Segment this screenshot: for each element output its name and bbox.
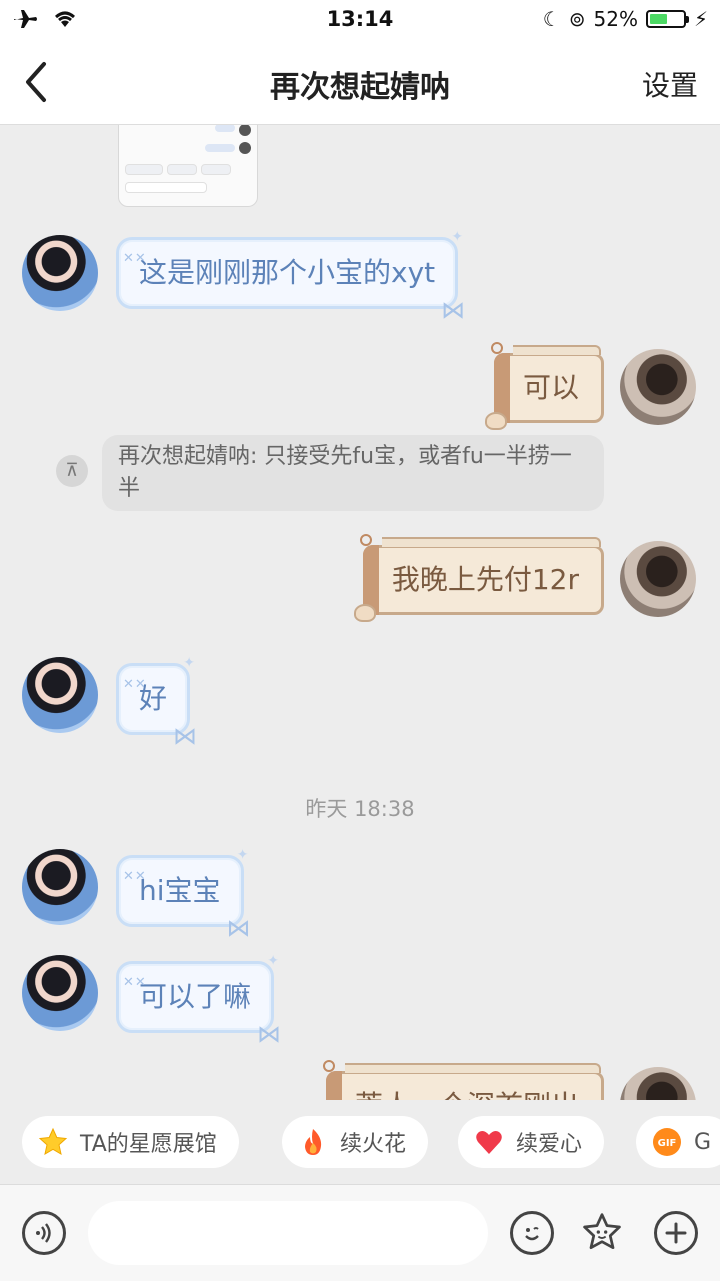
message-text: 这是刚刚那个小宝的xyt (139, 256, 436, 289)
timestamp: 昨天 18:38 (305, 797, 415, 821)
heart-icon (474, 1127, 504, 1157)
sparkle-icon: ✦ (236, 847, 249, 863)
message-bubble-outgoing[interactable]: 荒人一个深首刚出 (322, 1060, 604, 1100)
message-bubble-incoming[interactable]: ✕✕ ✦ 好 ⋈ (116, 656, 197, 748)
contact-avatar[interactable] (22, 235, 98, 311)
bubble-decoration: ✕✕ (123, 869, 147, 884)
input-bar (0, 1184, 720, 1281)
bun-icon (353, 604, 376, 622)
love-streak-button[interactable]: 续爱心 (458, 1116, 605, 1168)
charging-icon: ⚡ (693, 7, 708, 31)
message-bubble-outgoing[interactable]: 我晚上先付12r (353, 534, 604, 622)
my-avatar[interactable] (620, 1067, 696, 1100)
battery-icon (645, 10, 689, 28)
my-avatar[interactable] (620, 349, 696, 425)
rotation-lock-icon: ⊚ (568, 7, 586, 31)
sticker-button[interactable] (580, 1211, 624, 1255)
bubble-decoration: ✕✕ (123, 251, 147, 266)
voice-button[interactable] (22, 1211, 66, 1255)
sparkle-icon: ✦ (183, 655, 196, 671)
quick-action-label: 续火花 (340, 1132, 407, 1157)
bow-icon: ⋈ (441, 296, 466, 324)
contact-avatar[interactable] (22, 849, 98, 925)
star-gallery-button[interactable]: TA的星愿展馆 (22, 1116, 239, 1168)
battery-fill (649, 14, 667, 24)
message-text: 荒人一个深首刚出 (351, 1089, 579, 1100)
message-bubble-incoming[interactable]: ✕✕ ✦ hi宝宝 ⋈ (116, 848, 251, 940)
sparkle-icon: ✦ (451, 229, 464, 245)
battery-percent: 52% (593, 7, 638, 31)
contact-avatar[interactable] (22, 657, 98, 733)
chat-area[interactable]: ✕✕ ✦ 这是刚刚那个小宝的xyt ⋈ 可以 ⊼ 再次想起婧呐: 只接受先fu宝… (0, 125, 720, 1100)
star-face-icon (583, 1213, 621, 1250)
flame-icon (298, 1127, 328, 1157)
message-bubble-incoming[interactable]: ✕✕ ✦ 这是刚刚那个小宝的xyt ⋈ (116, 230, 465, 322)
message-text: hi宝宝 (139, 874, 221, 907)
message-text: 可以 (522, 371, 579, 404)
star-icon (38, 1127, 68, 1157)
contact-avatar[interactable] (22, 955, 98, 1031)
sparkle-icon: ✦ (267, 953, 280, 969)
emoji-face-icon (525, 1227, 539, 1241)
gif-icon: GIF (652, 1127, 682, 1157)
message-bubble-incoming[interactable]: ✕✕ ✦ 可以了嘛 ⋈ (116, 954, 281, 1046)
quick-action-bar: TA的星愿展馆 续火花 续爱心 GIF G (0, 1100, 720, 1184)
svg-text:GIF: GIF (658, 1138, 677, 1149)
bow-icon: ⋈ (226, 914, 251, 942)
message-text: 可以了嘛 (139, 980, 252, 1013)
quick-action-label: TA的星愿展馆 (80, 1132, 217, 1157)
quick-action-label: 续爱心 (516, 1132, 583, 1157)
nav-bar: 再次想起婧呐 设置 (0, 40, 720, 125)
message-input[interactable] (88, 1201, 488, 1265)
moon-icon: ☾ (542, 7, 561, 31)
spark-streak-button[interactable]: 续火花 (282, 1116, 429, 1168)
emoji-button[interactable] (510, 1211, 554, 1255)
message-bubble-outgoing[interactable]: 可以 (484, 342, 604, 430)
quoted-message[interactable]: 再次想起婧呐: 只接受先fu宝，或者fu一半捞一半 (102, 435, 604, 511)
plus-icon (665, 1222, 687, 1244)
bow-icon: ⋈ (173, 722, 198, 750)
quick-action-label: G (694, 1129, 712, 1155)
quote-arrow-icon[interactable]: ⊼ (56, 455, 88, 487)
bubble-decoration: ✕✕ (123, 975, 147, 990)
voice-icon (36, 1223, 51, 1243)
my-avatar[interactable] (620, 541, 696, 617)
message-text: 我晚上先付12r (391, 563, 579, 596)
bun-icon (484, 412, 507, 430)
bubble-decoration: ✕✕ (123, 677, 147, 692)
chat-title: 再次想起婧呐 (270, 70, 450, 105)
status-bar: 13:14 ☾ ⊚ 52% ⚡ (0, 0, 720, 40)
bow-icon: ⋈ (257, 1020, 282, 1048)
more-button[interactable] (654, 1211, 698, 1255)
gif-button[interactable]: GIF G (636, 1116, 720, 1168)
settings-button[interactable]: 设置 (642, 64, 698, 104)
screenshot-image[interactable] (118, 125, 258, 207)
